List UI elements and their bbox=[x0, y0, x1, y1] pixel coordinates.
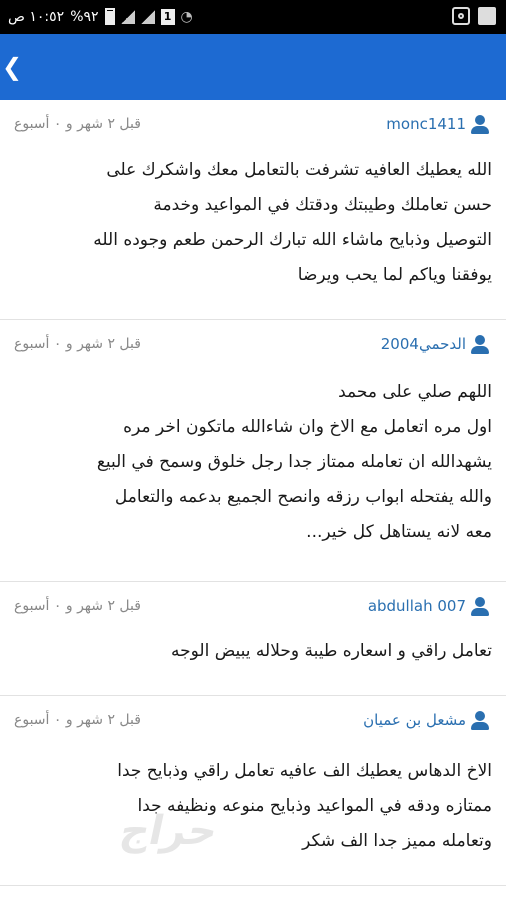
user-icon bbox=[470, 596, 490, 616]
comment-item: الدحمي2004 قبل ٢ شهر و ٠ أسبوع اللهم صلي… bbox=[0, 320, 506, 582]
comments-list: monc1411 قبل ٢ شهر و ٠ أسبوع الله يعطيك … bbox=[0, 100, 506, 886]
sim-icon: 1 bbox=[160, 8, 175, 25]
battery-percent: %٩٢ bbox=[70, 8, 99, 25]
comment-time: قبل ٢ شهر و ٠ أسبوع bbox=[14, 336, 141, 352]
comment-line: الله يعطيك العافيه تشرفت بالتعامل معك وا… bbox=[106, 160, 492, 180]
comment-line: معه لانه يستاهل كل خير... bbox=[306, 522, 492, 542]
status-bar: ١٠:٥٢ ص %٩٢ 1 ◔ bbox=[0, 0, 506, 34]
user-icon bbox=[470, 114, 490, 134]
comment-line: اللهم صلي على محمد bbox=[338, 382, 492, 402]
comment-line: تعامل راقي و اسعاره طيبة وحلاله يبيض الو… bbox=[170, 641, 492, 661]
comment-user[interactable]: الدحمي2004 bbox=[381, 334, 490, 354]
comment-user[interactable]: monc1411 bbox=[386, 114, 490, 134]
notification-icons bbox=[452, 7, 496, 25]
comment-line: يشهدالله ان تعامله ممتاز جدا رجل خلوق وس… bbox=[96, 452, 492, 472]
comment-line: وتعامله مميز جدا الف شكر bbox=[302, 831, 492, 851]
comment-line: الاخ الدهاس يعطيك الف عافيه تعامل راقي و… bbox=[117, 761, 492, 781]
comment-line: والله يفتحله ابواب رزقه وانصح الجميع بدع… bbox=[114, 487, 492, 507]
username[interactable]: الدحمي2004 bbox=[381, 335, 466, 353]
user-icon bbox=[470, 334, 490, 354]
comment-user[interactable]: abdullah 007 bbox=[368, 596, 490, 616]
comment-user[interactable]: مشعل بن عميان bbox=[363, 710, 490, 730]
comment-header: abdullah 007 قبل ٢ شهر و ٠ أسبوع bbox=[0, 596, 506, 618]
gallery-icon bbox=[478, 7, 496, 25]
comment-text: الله يعطيك العافيه تشرفت بالتعامل معك وا… bbox=[12, 153, 492, 293]
status-bar-right-cluster: ١٠:٥٢ ص %٩٢ 1 ◔ bbox=[8, 8, 193, 25]
comment-item: monc1411 قبل ٢ شهر و ٠ أسبوع الله يعطيك … bbox=[0, 100, 506, 320]
comment-line: اول مره اتعامل مع الاخ وان شاءالله ماتكو… bbox=[123, 417, 492, 437]
signal-icon-2 bbox=[140, 9, 155, 24]
comment-time: قبل ٢ شهر و ٠ أسبوع bbox=[14, 116, 141, 132]
comment-time: قبل ٢ شهر و ٠ أسبوع bbox=[14, 712, 141, 728]
clock: ١٠:٥٢ ص bbox=[8, 8, 65, 25]
signal-icon bbox=[120, 9, 135, 24]
username[interactable]: abdullah 007 bbox=[368, 597, 466, 615]
username[interactable]: monc1411 bbox=[386, 115, 466, 133]
comment-header: monc1411 قبل ٢ شهر و ٠ أسبوع bbox=[0, 114, 506, 136]
comment-item: abdullah 007 قبل ٢ شهر و ٠ أسبوع تعامل ر… bbox=[0, 582, 506, 696]
comment-line: ممتازه ودقه في المواعيد وذبايح منوعه ونظ… bbox=[137, 796, 493, 816]
back-button[interactable]: ❮ bbox=[2, 52, 22, 82]
comment-time: قبل ٢ شهر و ٠ أسبوع bbox=[14, 598, 141, 614]
comment-text: الاخ الدهاس يعطيك الف عافيه تعامل راقي و… bbox=[12, 754, 492, 859]
comment-header: مشعل بن عميان قبل ٢ شهر و ٠ أسبوع bbox=[0, 710, 506, 732]
instagram-icon bbox=[452, 7, 470, 25]
app-bar: ❮ bbox=[0, 34, 506, 100]
comment-text: اللهم صلي على محمد اول مره اتعامل مع الا… bbox=[12, 375, 492, 550]
comment-header: الدحمي2004 قبل ٢ شهر و ٠ أسبوع bbox=[0, 334, 506, 356]
comment-line: حسن تعاملك وطيبتك ودقتك في المواعيد وخدم… bbox=[153, 195, 492, 215]
comment-line: يوفقنا وياكم لما يحب ويرضا bbox=[297, 265, 492, 285]
comment-item: مشعل بن عميان قبل ٢ شهر و ٠ أسبوع الاخ ا… bbox=[0, 696, 506, 886]
comment-line: التوصيل وذبايح ماشاء الله تبارك الرحمن ط… bbox=[93, 230, 492, 250]
wifi-icon: ◔ bbox=[180, 8, 193, 25]
user-icon bbox=[470, 710, 490, 730]
battery-icon bbox=[104, 8, 115, 25]
username[interactable]: مشعل بن عميان bbox=[363, 711, 466, 729]
comment-text: تعامل راقي و اسعاره طيبة وحلاله يبيض الو… bbox=[12, 634, 492, 669]
